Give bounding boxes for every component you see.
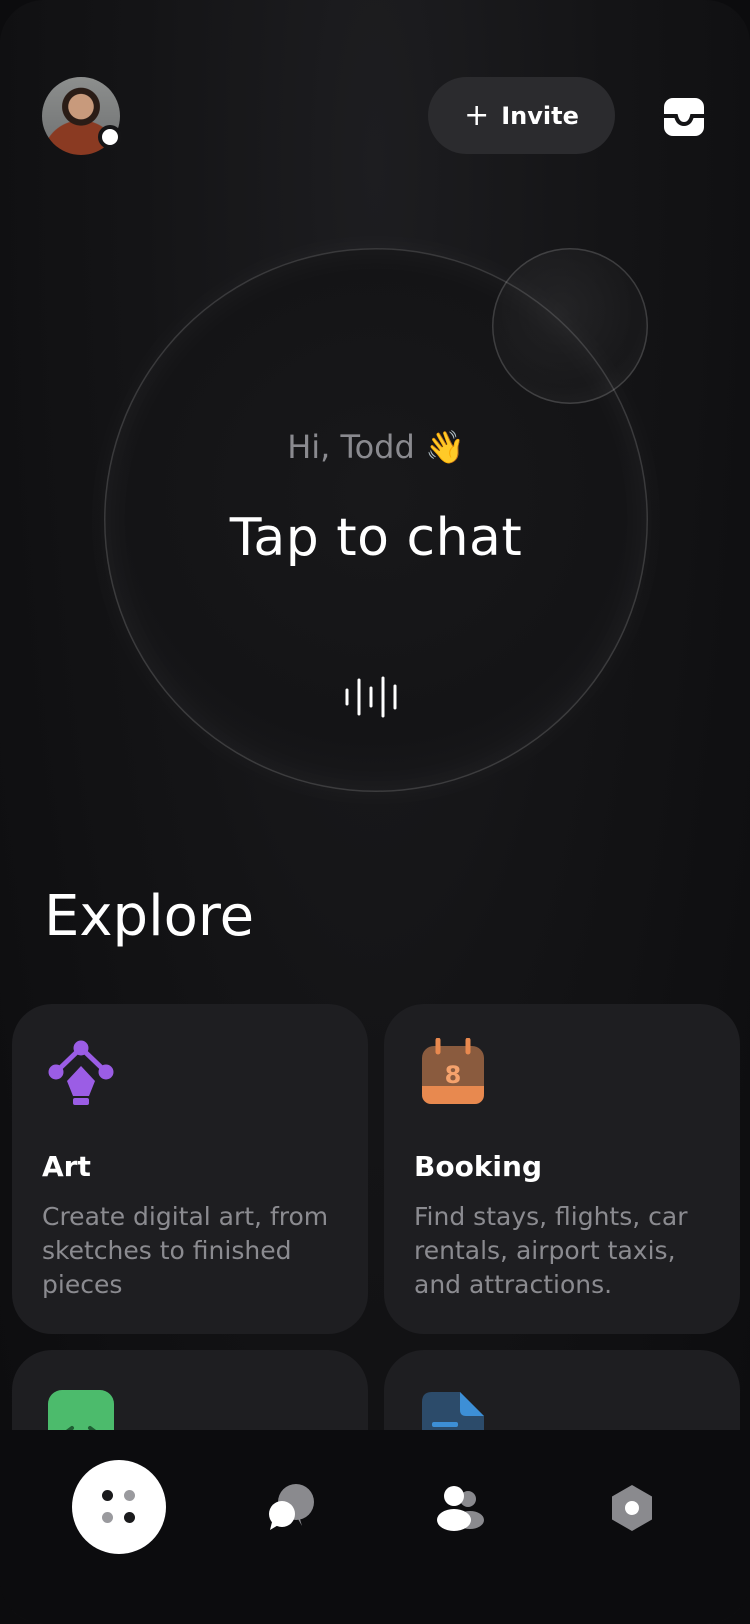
calendar-day-text: 8 <box>445 1061 462 1089</box>
card-title: Booking <box>414 1150 543 1183</box>
online-status-indicator <box>98 125 122 149</box>
app-screen: + Invite Hi, Todd 👋 Tap to chat Explore <box>0 0 750 1624</box>
art-pen-tool-icon <box>48 1040 114 1105</box>
inbox-icon[interactable] <box>664 98 704 136</box>
voice-waveform-icon[interactable] <box>345 676 405 718</box>
hexagon-settings-icon[interactable] <box>606 1482 658 1534</box>
grid-dot <box>102 1490 113 1501</box>
explore-heading: Explore <box>44 884 255 949</box>
invite-button-label: Invite <box>501 101 579 130</box>
nav-home-button[interactable] <box>72 1460 166 1554</box>
chat-bubbles-icon[interactable] <box>264 1482 316 1534</box>
plus-icon: + <box>464 97 490 133</box>
tap-to-chat-title[interactable]: Tap to chat <box>104 508 648 568</box>
grid-dot <box>124 1512 135 1523</box>
invite-button[interactable]: + Invite <box>428 77 615 154</box>
decorative-bubble <box>492 248 648 404</box>
card-title: Art <box>42 1150 91 1183</box>
explore-card-booking[interactable]: 8 Booking Find stays, flights, car renta… <box>384 1004 740 1334</box>
calendar-icon: 8 <box>422 1038 484 1104</box>
bottom-navigation <box>0 1430 750 1624</box>
profile-avatar[interactable] <box>42 77 122 155</box>
grid-dot <box>124 1490 135 1501</box>
card-description: Create digital art, from sketches to fin… <box>42 1202 329 1299</box>
explore-card-art[interactable]: Art Create digital art, from sketches to… <box>12 1004 368 1334</box>
grid-dot <box>102 1512 113 1523</box>
greeting-text: Hi, Todd 👋 <box>287 428 465 466</box>
card-description: Find stays, flights, car rentals, airpor… <box>414 1202 688 1299</box>
people-icon[interactable] <box>434 1482 486 1534</box>
